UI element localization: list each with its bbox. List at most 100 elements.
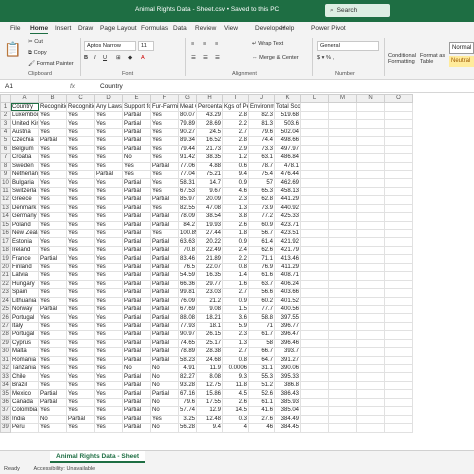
cell[interactable]: 2.2 [222,119,249,129]
cell[interactable]: 3.8 [222,212,249,222]
cell[interactable] [328,423,357,433]
cell[interactable]: Partial [122,279,151,290]
cell[interactable]: France [10,254,39,264]
cell[interactable]: Yes [66,220,95,231]
cell[interactable]: Partial [66,414,95,425]
cell[interactable] [328,144,357,155]
cell[interactable]: Yes [94,110,123,121]
name-box[interactable]: A1 [3,82,53,92]
row-header[interactable]: 10 [0,178,11,188]
cell[interactable]: Yes [66,355,95,366]
bold-button[interactable]: B [84,55,88,61]
cell[interactable]: 2.3 [222,330,249,340]
cell[interactable] [328,136,357,146]
cell[interactable]: 408.71 [274,271,301,281]
cell[interactable] [328,153,357,163]
cell[interactable]: 58 [248,338,275,349]
align-bottom-icon[interactable]: ≡ [215,41,218,47]
cell[interactable]: 76.9 [248,262,275,273]
cell[interactable]: Yes [94,288,123,298]
cell[interactable]: 84.2 [178,220,197,231]
cell[interactable]: Yes [66,161,95,171]
cell[interactable]: 16.35 [196,271,223,281]
cell[interactable]: Partial [150,296,179,306]
cell[interactable] [300,313,329,323]
cell[interactable]: 63.1 [248,153,275,163]
row-header[interactable]: 12 [0,195,11,205]
cell[interactable]: Partial [122,271,151,281]
cell[interactable]: 0.8 [222,355,249,366]
cell[interactable] [328,254,357,264]
cell[interactable]: Yes [38,288,67,298]
cell[interactable]: Partial [38,304,67,315]
cell[interactable] [300,304,329,315]
cell[interactable]: Yes [66,296,95,306]
cell[interactable]: 0.9 [222,178,249,188]
cell[interactable] [300,228,329,239]
cell[interactable]: Yes [150,203,179,214]
cell[interactable]: Yes [38,271,67,281]
cell[interactable] [300,389,329,399]
cell[interactable]: Yes [94,195,123,205]
cell[interactable]: Partial [122,389,151,399]
cell[interactable] [300,195,329,205]
cell[interactable]: 498.66 [274,136,301,146]
cell[interactable] [356,363,385,374]
cell[interactable]: 57.74 [178,406,197,416]
cell[interactable]: 391.27 [274,355,301,366]
cell[interactable]: 55.3 [248,372,275,382]
cell[interactable]: 384.45 [274,423,301,433]
cell[interactable]: Partial [122,313,151,323]
cell[interactable] [384,397,413,408]
currency-icon[interactable]: $ ▾ % , [317,55,334,61]
cell[interactable]: Germany [10,212,39,222]
cell[interactable]: 406.24 [274,279,301,290]
cell[interactable]: Denmark [10,203,39,214]
cell[interactable]: 411.29 [274,262,301,273]
cell[interactable] [300,406,329,416]
cell[interactable]: 9.4 [222,169,249,180]
cell[interactable]: Estonia [10,237,39,247]
cell[interactable]: Partial [122,372,151,382]
cell[interactable] [356,406,385,416]
row-header[interactable]: 33 [0,372,11,382]
column-header[interactable]: H [196,94,223,104]
cell[interactable]: Yes [66,380,95,391]
row-header[interactable]: 20 [0,262,11,273]
cell[interactable]: Yes [94,397,123,408]
cell[interactable]: 81.3 [248,119,275,129]
cell[interactable]: Yes [94,338,123,349]
cell[interactable]: 51.2 [248,380,275,391]
column-header[interactable]: L [300,94,329,104]
cell[interactable]: Yes [38,203,67,214]
cell[interactable]: 396.77 [274,321,301,332]
cell[interactable]: Partial [122,347,151,357]
cell[interactable]: 76.5 [178,262,197,273]
cell[interactable]: 2.8 [222,136,249,146]
cell[interactable]: Total Score [274,102,301,112]
cell[interactable]: 99.81 [178,288,197,298]
cell[interactable]: 2.4 [222,245,249,256]
cell[interactable]: Yes [38,330,67,340]
cell[interactable]: 21.2 [196,296,223,306]
cell[interactable]: 17.55 [196,397,223,408]
cell[interactable]: 43.29 [196,110,223,121]
select-all-corner[interactable] [0,94,11,104]
cell[interactable] [384,102,413,112]
cell[interactable]: 78.09 [178,212,197,222]
cell[interactable]: Yes [66,178,95,188]
cell[interactable] [384,423,413,433]
row-header[interactable]: 35 [0,389,11,399]
cell[interactable]: 61.1 [248,397,275,408]
cell[interactable]: 385.93 [274,397,301,408]
cell[interactable]: Yes [38,169,67,180]
cell[interactable] [328,389,357,399]
cell[interactable]: Yes [38,220,67,231]
cell[interactable] [384,169,413,180]
cell[interactable]: Yes [38,313,67,323]
cell[interactable]: Partial [122,262,151,273]
cell[interactable]: Romania [10,355,39,366]
cell[interactable]: Partial [150,321,179,332]
cell[interactable]: 66.7 [248,347,275,357]
cell[interactable]: Partial [150,330,179,340]
